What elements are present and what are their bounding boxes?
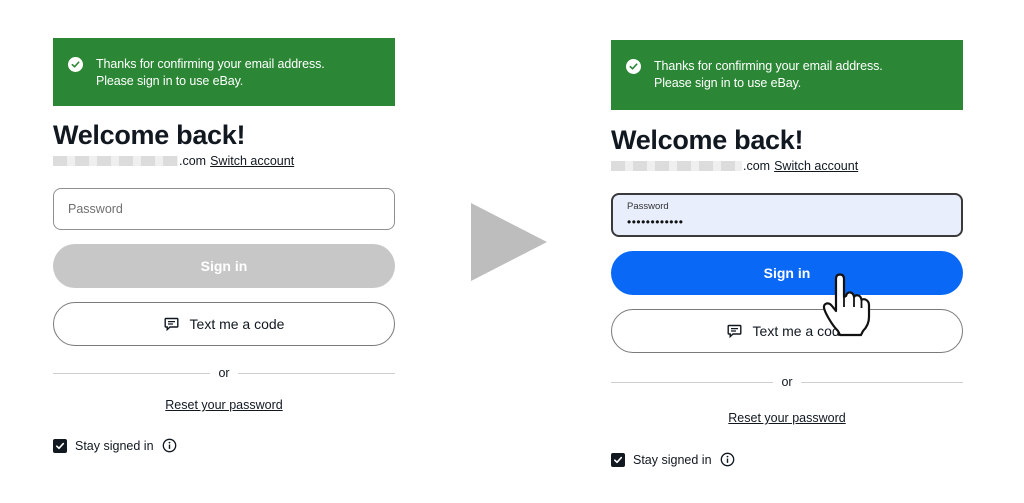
text-me-code-label: Text me a code [189, 316, 285, 332]
checkbox-checked-icon[interactable] [611, 452, 625, 467]
masked-email [611, 161, 742, 171]
password-input[interactable]: Password [53, 188, 395, 230]
or-divider: or [53, 366, 395, 380]
info-icon[interactable] [720, 452, 735, 467]
reset-password-link[interactable]: Reset your password [728, 411, 845, 425]
check-circle-icon [68, 57, 83, 72]
stay-signed-in-row: Stay signed in [53, 438, 395, 453]
hand-pointer-icon [822, 273, 874, 342]
sign-in-button[interactable]: Sign in [611, 251, 963, 295]
text-me-code-button[interactable]: Text me a code [611, 309, 963, 353]
success-banner: Thanks for confirming your email address… [611, 40, 963, 110]
reset-password-link[interactable]: Reset your password [165, 398, 282, 412]
sign-in-panel-before: Thanks for confirming your email address… [53, 38, 395, 453]
page-title: Welcome back! [53, 120, 246, 150]
password-label: Password [627, 201, 669, 212]
message-icon [164, 317, 179, 331]
email-suffix: .com [179, 154, 207, 168]
account-row: .com Switch account [53, 152, 395, 170]
reset-password-row: Reset your password [53, 398, 395, 412]
stay-signed-in-label: Stay signed in [75, 438, 154, 453]
stay-signed-in-row: Stay signed in [611, 452, 963, 467]
banner-message: Thanks for confirming your email address… [96, 57, 325, 88]
stay-signed-in-label: Stay signed in [633, 452, 712, 467]
text-me-code-button[interactable]: Text me a code [53, 302, 395, 346]
checkbox-checked-icon[interactable] [53, 438, 67, 453]
message-icon [727, 324, 742, 338]
page-title: Welcome back! [611, 125, 804, 155]
sign-in-button[interactable]: Sign in [53, 244, 395, 288]
success-banner: Thanks for confirming your email address… [53, 38, 395, 106]
switch-account-link[interactable]: Switch account [210, 154, 294, 168]
switch-account-link[interactable]: Switch account [774, 159, 858, 173]
masked-email [53, 156, 178, 166]
reset-password-row: Reset your password [611, 411, 963, 425]
info-icon[interactable] [162, 438, 177, 453]
account-row: .com Switch account [611, 157, 963, 175]
banner-message: Thanks for confirming your email address… [654, 59, 883, 90]
check-circle-icon [626, 59, 641, 74]
or-divider: or [611, 375, 963, 389]
password-value: •••••••••••• [627, 215, 684, 229]
sign-in-panel-after: Thanks for confirming your email address… [611, 40, 963, 467]
password-input[interactable]: Password •••••••••••• [611, 193, 963, 237]
password-placeholder: Password [68, 202, 123, 216]
play-arrow-icon [471, 203, 547, 286]
email-suffix: .com [743, 159, 771, 173]
